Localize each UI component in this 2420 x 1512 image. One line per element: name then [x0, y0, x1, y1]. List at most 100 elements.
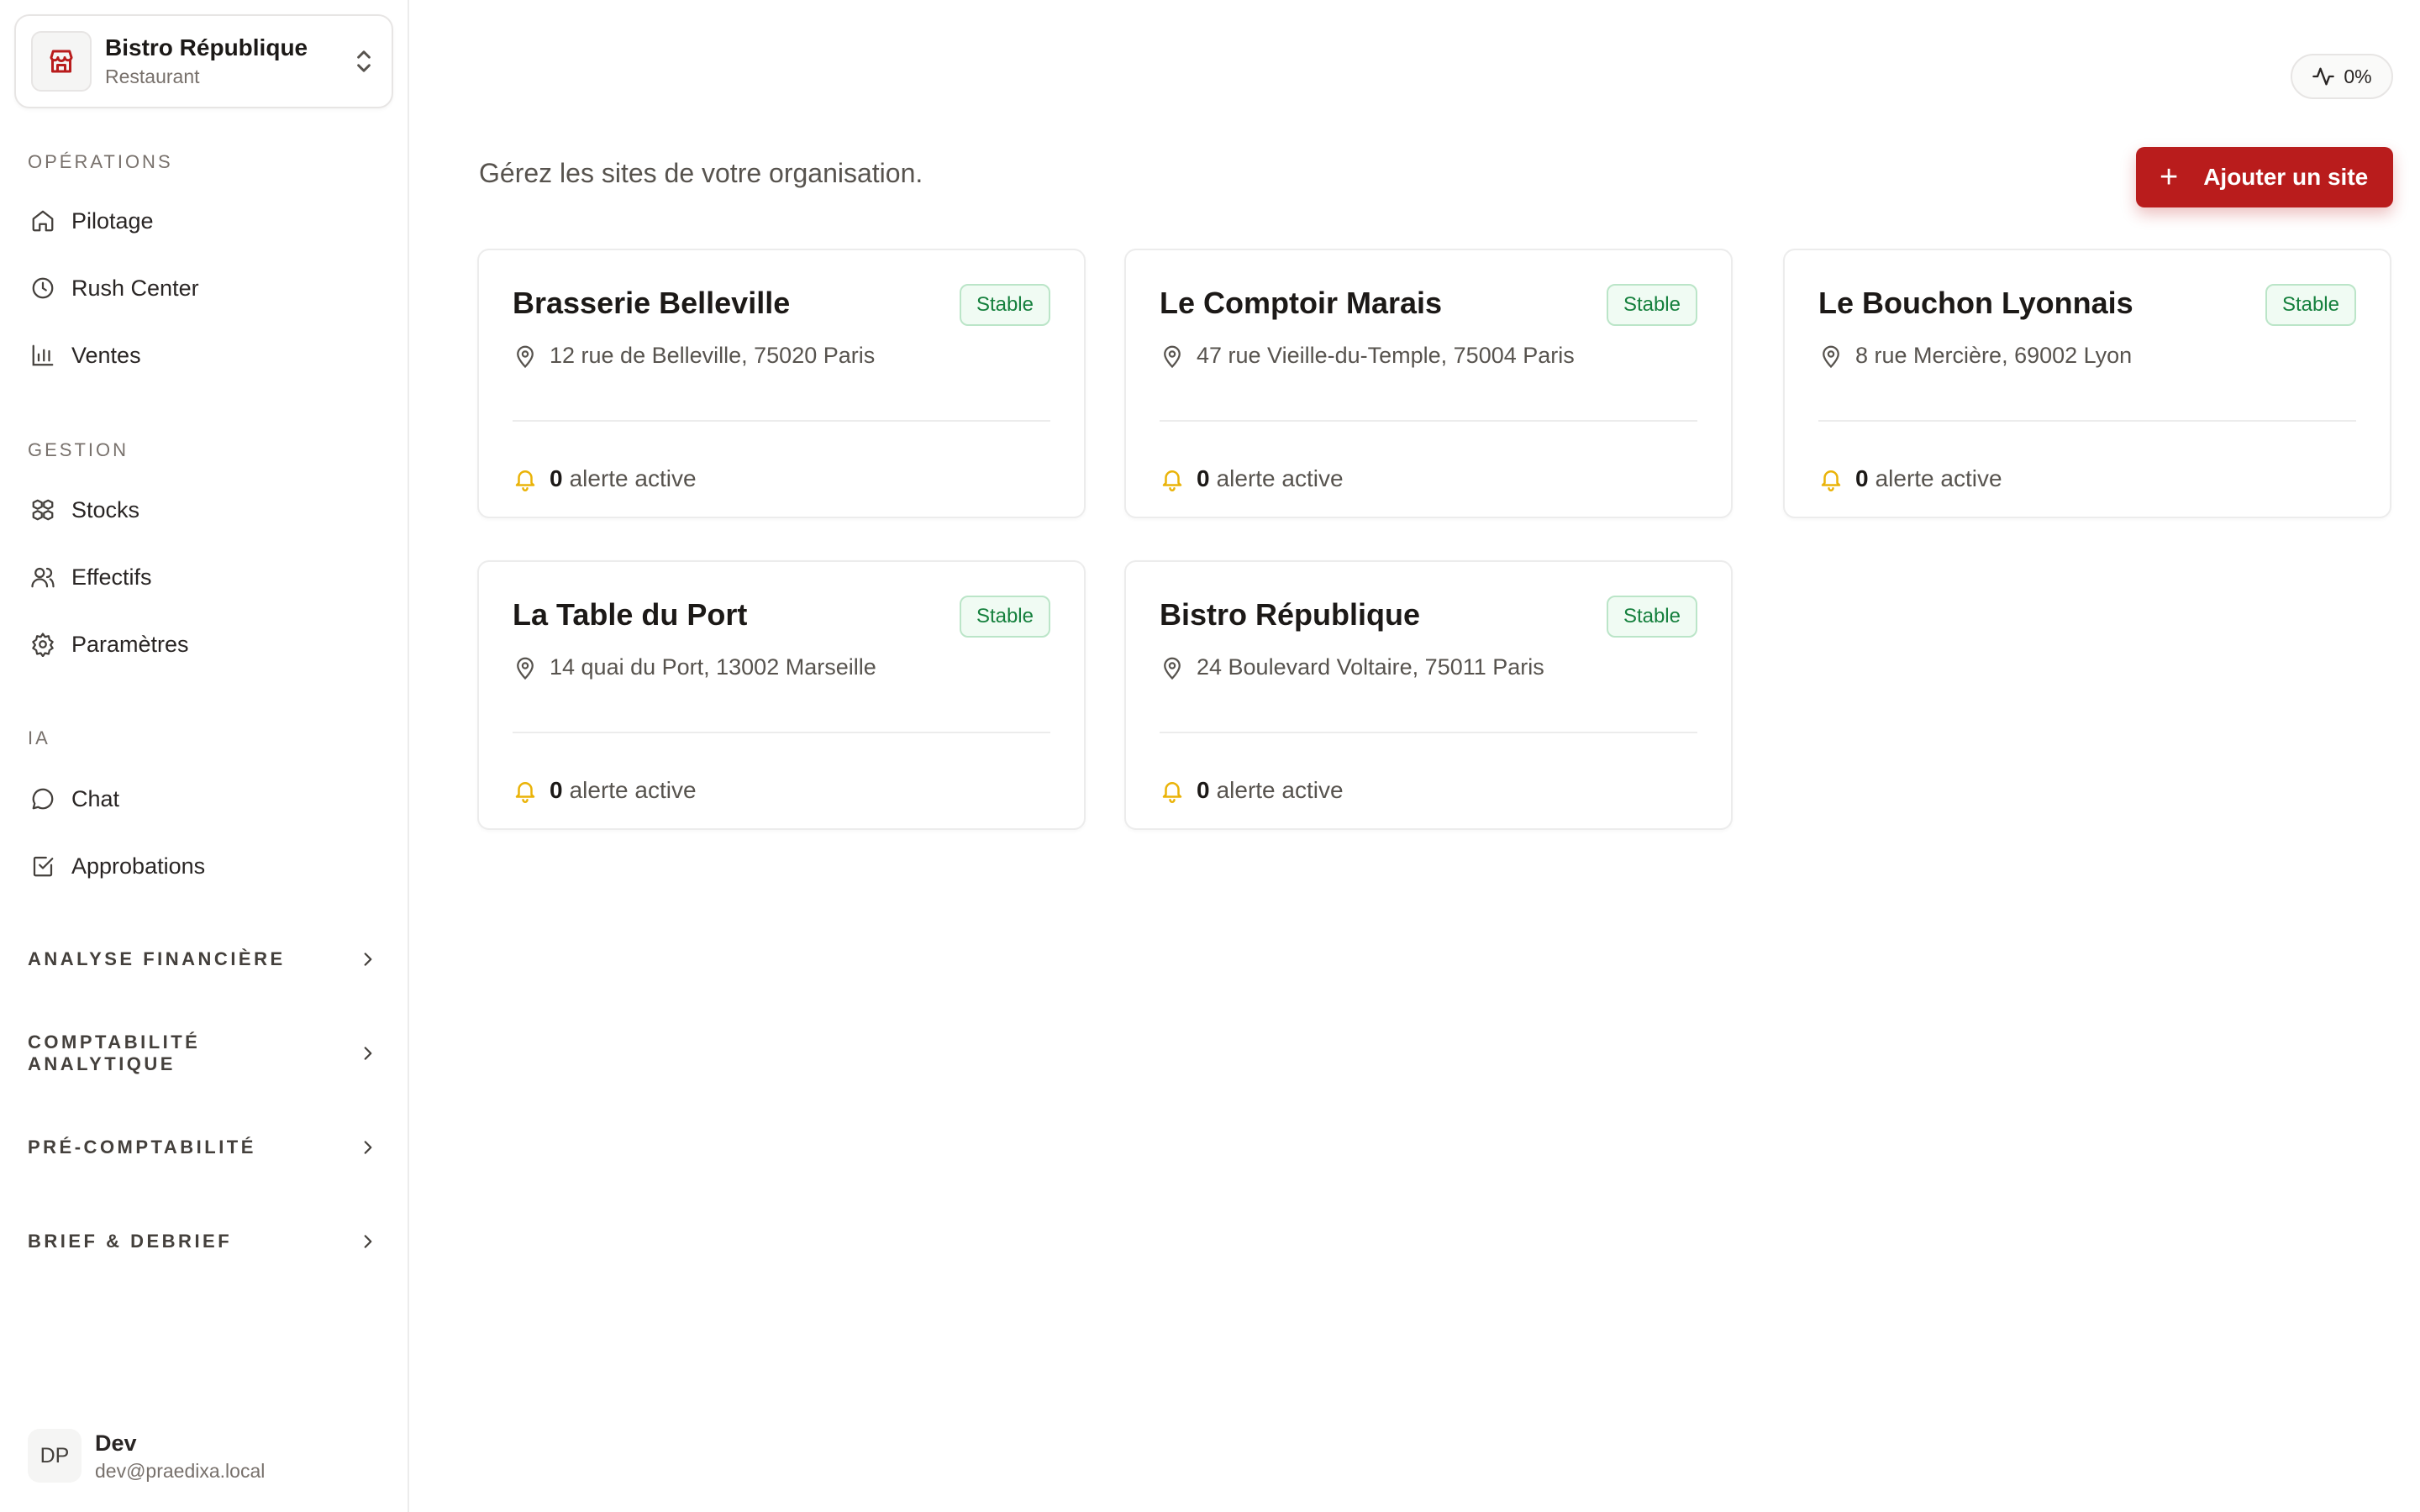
- site-address: 8 rue Mercière, 69002 Lyon: [1855, 343, 2133, 368]
- activity-value: 0%: [2344, 65, 2372, 87]
- page-subtitle: Gérez les sites de votre organisation.: [479, 158, 923, 188]
- site-name: Brasserie Belleville: [513, 286, 791, 320]
- alert-count: 0: [1197, 777, 1210, 803]
- sidebar-item-approbations[interactable]: Approbations: [28, 845, 205, 887]
- site-card[interactable]: Brasserie Belleville Stable 12 rue de Be…: [477, 249, 1086, 518]
- alert-label: alerte active: [569, 777, 697, 803]
- status-badge: Stable: [1606, 284, 1697, 326]
- map-pin-icon: [513, 344, 538, 369]
- site-name: Le Bouchon Lyonnais: [1818, 286, 2133, 320]
- chat-bubble-icon: [28, 784, 58, 814]
- store-icon: [31, 31, 92, 92]
- site-address: 24 Boulevard Voltaire, 75011 Paris: [1197, 654, 1544, 680]
- users-icon: [28, 562, 58, 592]
- site-address: 47 rue Vieille-du-Temple, 75004 Paris: [1197, 343, 1575, 368]
- section-label-operations: OPÉRATIONS: [28, 151, 173, 172]
- site-card[interactable]: Le Bouchon Lyonnais Stable 8 rue Mercièr…: [1783, 249, 2391, 518]
- add-site-button-label: Ajouter un site: [2203, 164, 2369, 190]
- chevron-right-icon: [355, 947, 381, 972]
- sidebar-item-label: Rush Center: [71, 275, 199, 301]
- site-card[interactable]: La Table du Port Stable 14 quai du Port,…: [477, 560, 1086, 830]
- chevron-right-icon: [355, 1135, 381, 1160]
- alert-label: alerte active: [1216, 465, 1344, 491]
- sidebar-group-analyse-financiere[interactable]: ANALYSE FINANCIÈRE: [28, 941, 381, 978]
- bell-icon: [1160, 778, 1185, 803]
- alert-count: 0: [550, 465, 563, 491]
- sidebar-item-label: Paramètres: [71, 631, 189, 657]
- chevron-up-down-icon: [351, 45, 376, 78]
- alert-count: 0: [1855, 465, 1869, 491]
- site-card[interactable]: Le Comptoir Marais Stable 47 rue Vieille…: [1124, 249, 1733, 518]
- sidebar-group-label: BRIEF & DEBRIEF: [28, 1231, 233, 1252]
- map-pin-icon: [1818, 344, 1844, 369]
- sidebar-item-rush-center[interactable]: Rush Center: [28, 267, 199, 309]
- section-label-ia: IA: [28, 727, 50, 748]
- checkbox-icon: [28, 851, 58, 881]
- gear-icon: [28, 629, 58, 659]
- sidebar-group-pre-comptabilite[interactable]: PRÉ-COMPTABILITÉ: [28, 1129, 381, 1166]
- home-icon: [28, 206, 58, 236]
- sidebar-group-label: ANALYSE FINANCIÈRE: [28, 948, 286, 969]
- plus-icon: +: [2160, 160, 2179, 195]
- sidebar-group-brief-debrief[interactable]: BRIEF & DEBRIEF: [28, 1223, 381, 1260]
- org-name: Bistro République: [105, 34, 308, 60]
- org-switcher[interactable]: Bistro République Restaurant: [14, 14, 393, 108]
- sidebar-item-label: Stocks: [71, 496, 140, 522]
- site-address: 14 quai du Port, 13002 Marseille: [550, 654, 876, 680]
- avatar: DP: [28, 1429, 82, 1483]
- alert-label: alerte active: [569, 465, 697, 491]
- sidebar-item-label: Approbations: [71, 853, 206, 879]
- sidebar-item-ventes[interactable]: Ventes: [28, 334, 141, 376]
- user-email: dev@praedixa.local: [95, 1460, 266, 1482]
- divider: [1160, 732, 1697, 733]
- sidebar-item-parametres[interactable]: Paramètres: [28, 623, 189, 665]
- divider: [513, 420, 1050, 422]
- sidebar: Bistro République Restaurant OPÉRATIONS …: [0, 0, 409, 1512]
- alert-label: alerte active: [1216, 777, 1344, 803]
- site-name: La Table du Port: [513, 597, 748, 632]
- map-pin-icon: [513, 655, 538, 680]
- status-badge: Stable: [959, 596, 1050, 638]
- clock-icon: [28, 273, 58, 303]
- activity-pulse-icon: [2312, 65, 2335, 88]
- chevron-right-icon: [355, 1041, 381, 1066]
- sidebar-item-chat[interactable]: Chat: [28, 778, 119, 820]
- sidebar-group-comptabilite-analytique[interactable]: COMPTABILITÉ ANALYTIQUE: [28, 1032, 381, 1074]
- sidebar-item-stocks[interactable]: Stocks: [28, 489, 139, 531]
- site-name: Le Comptoir Marais: [1160, 286, 1443, 320]
- bell-icon: [513, 778, 538, 803]
- section-label-gestion: GESTION: [28, 439, 129, 460]
- divider: [1818, 420, 2356, 422]
- boxes-icon: [28, 495, 58, 525]
- org-type: Restaurant: [105, 66, 200, 87]
- sidebar-item-pilotage[interactable]: Pilotage: [28, 200, 154, 242]
- bell-icon: [1818, 466, 1844, 491]
- sidebar-group-label: COMPTABILITÉ ANALYTIQUE: [28, 1032, 201, 1074]
- bar-chart-icon: [28, 340, 58, 370]
- sidebar-item-effectifs[interactable]: Effectifs: [28, 556, 152, 598]
- alert-count: 0: [550, 777, 563, 803]
- user-menu[interactable]: DP Dev dev@praedixa.local: [28, 1428, 265, 1483]
- activity-indicator[interactable]: 0%: [2291, 54, 2393, 99]
- add-site-button[interactable]: + Ajouter un site: [2136, 147, 2393, 207]
- bell-icon: [513, 466, 538, 491]
- status-badge: Stable: [2265, 284, 2356, 326]
- sidebar-item-label: Chat: [71, 785, 120, 811]
- sidebar-group-label: PRÉ-COMPTABILITÉ: [28, 1137, 256, 1158]
- sidebar-item-label: Effectifs: [71, 564, 152, 590]
- bell-icon: [1160, 466, 1185, 491]
- map-pin-icon: [1160, 655, 1185, 680]
- status-badge: Stable: [959, 284, 1050, 326]
- map-pin-icon: [1160, 344, 1185, 369]
- sidebar-item-label: Ventes: [71, 342, 141, 368]
- alert-count: 0: [1197, 465, 1210, 491]
- site-card[interactable]: Bistro République Stable 24 Boulevard Vo…: [1124, 560, 1733, 830]
- sidebar-item-label: Pilotage: [71, 207, 154, 234]
- user-name: Dev: [95, 1431, 137, 1456]
- site-address: 12 rue de Belleville, 75020 Paris: [550, 343, 876, 368]
- divider: [513, 732, 1050, 733]
- site-name: Bistro République: [1160, 597, 1421, 632]
- divider: [1160, 420, 1697, 422]
- status-badge: Stable: [1606, 596, 1697, 638]
- chevron-right-icon: [355, 1229, 381, 1254]
